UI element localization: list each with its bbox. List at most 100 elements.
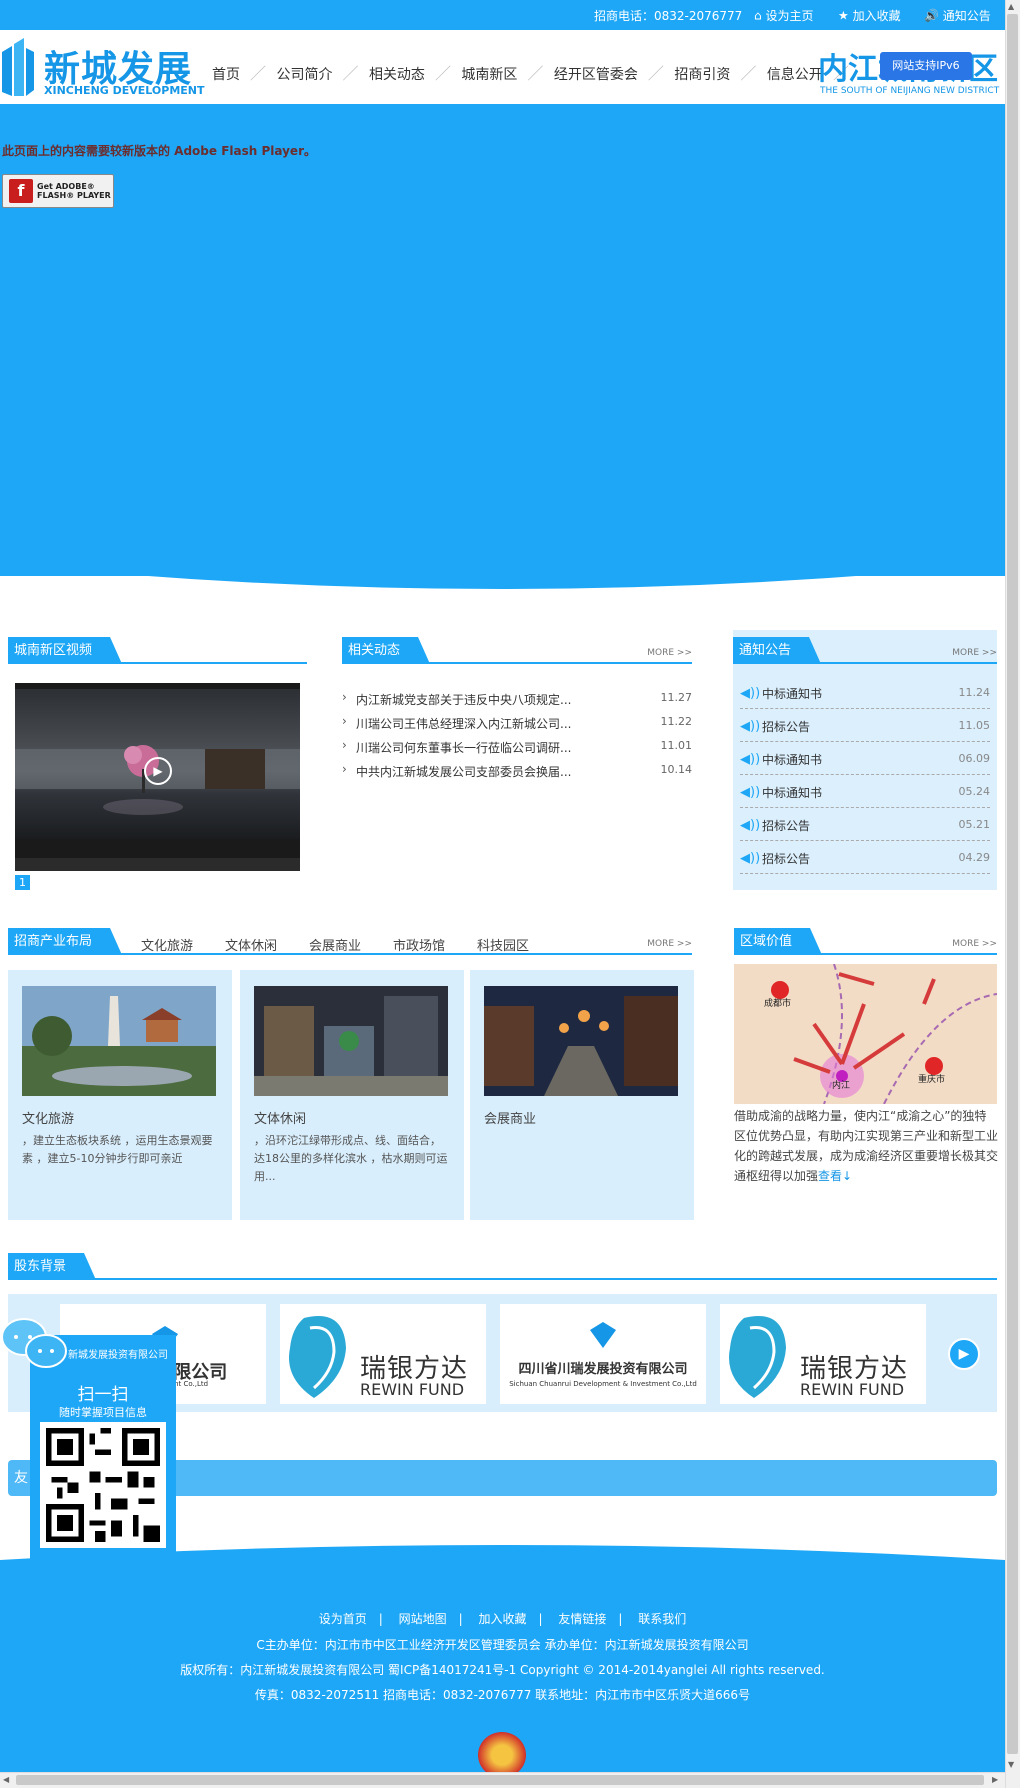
nav-info[interactable]: 信息公开 bbox=[767, 64, 823, 84]
tab-municipal[interactable]: 市政场馆 bbox=[393, 935, 445, 954]
news-item-date: 11.22 bbox=[660, 715, 693, 728]
footer-favorite[interactable]: 加入收藏 bbox=[478, 1610, 526, 1627]
region-section-header: 区域价值 MORE >> bbox=[734, 925, 997, 955]
notice-item-date: 11.05 bbox=[958, 719, 991, 732]
video-controls[interactable] bbox=[15, 858, 300, 871]
shareholder-logo[interactable]: 瑞银方达 REWIN FUND bbox=[280, 1304, 486, 1404]
notice-item[interactable]: ◀)) 招标公告 11.05 bbox=[740, 709, 990, 742]
region-view-link[interactable]: 查看↓ bbox=[818, 1169, 852, 1183]
video-page-indicator[interactable]: 1 bbox=[15, 875, 30, 890]
nav-separator: ／ bbox=[434, 64, 451, 83]
horizontal-scrollbar-thumb[interactable] bbox=[16, 1775, 984, 1785]
video-player[interactable]: ▶ bbox=[15, 683, 300, 871]
page: 招商电话：0832-2076777 ⌂ 设为主页 ★ 加入收藏 🔊 通知公告 新… bbox=[0, 0, 1020, 1788]
news-more-link[interactable]: MORE >> bbox=[647, 648, 692, 658]
footer-links: 设为首页 | 网站地图 | 加入收藏 | 友情链接 | 联系我们 bbox=[0, 1610, 1005, 1627]
notice-item-title[interactable]: 中标通知书 bbox=[762, 784, 822, 801]
news-item-title[interactable]: 中共内江新城发展公司支部委员会换届... bbox=[356, 763, 596, 780]
rewin-logo-icon bbox=[729, 1316, 786, 1398]
footer-set-home[interactable]: 设为首页 bbox=[319, 1610, 367, 1627]
notice-item-title[interactable]: 招标公告 bbox=[762, 718, 810, 735]
notice-item[interactable]: ◀)) 中标通知书 11.24 bbox=[740, 676, 990, 709]
scroll-down-icon[interactable]: ▼ bbox=[1008, 1760, 1014, 1769]
region-map[interactable]: 成都市 内江 重庆市 bbox=[734, 964, 997, 1104]
region-map-graphic: 成都市 内江 重庆市 bbox=[734, 964, 997, 1104]
chevron-right-icon: › bbox=[342, 690, 347, 704]
add-favorite-link[interactable]: ★ 加入收藏 bbox=[838, 7, 901, 24]
nav-investment[interactable]: 招商引资 bbox=[674, 64, 730, 84]
district-brand-subtitle: THE SOUTH OF NEIJIANG NEW DISTRICT bbox=[820, 86, 1000, 96]
footer-contact[interactable]: 联系我们 bbox=[638, 1610, 686, 1627]
news-item-title[interactable]: 川瑞公司何东董事长一行莅临公司调研... bbox=[356, 739, 596, 756]
industry-card[interactable]: 文体休闲 ，沿环沱江绿带形成点、线、面结合，达18公里的多样化滨水 ，枯水期则可… bbox=[240, 970, 464, 1220]
news-item[interactable]: › 内江新城党支部关于违反中央八项规定... 11.27 bbox=[342, 687, 692, 709]
tab-sports-leisure[interactable]: 文体休闲 bbox=[225, 935, 277, 954]
industry-card[interactable]: 会展商业 bbox=[470, 970, 694, 1220]
carousel-next-icon[interactable]: ▶ bbox=[948, 1338, 980, 1370]
banner bbox=[0, 106, 1005, 576]
shareholder-section-title: 股东背景 bbox=[8, 1253, 97, 1280]
qr-scan-title: 扫一扫 bbox=[77, 1385, 129, 1405]
scroll-left-icon[interactable]: ◀ bbox=[3, 1775, 9, 1784]
shareholder-logo[interactable]: 四川省川瑞发展投资有限公司 Sichuan Chuanrui Developme… bbox=[500, 1304, 706, 1404]
notice-item-title[interactable]: 中标通知书 bbox=[762, 751, 822, 768]
tab-tech-park[interactable]: 科技园区 bbox=[477, 935, 529, 954]
news-item[interactable]: › 川瑞公司王伟总经理深入内江新城公司... 11.22 bbox=[342, 711, 692, 733]
notice-item-title[interactable]: 中标通知书 bbox=[762, 685, 822, 702]
notice-item[interactable]: ◀)) 招标公告 05.21 bbox=[740, 808, 990, 841]
ipv6-badge[interactable]: 网站支持IPv6 bbox=[880, 52, 972, 80]
footer-sitemap[interactable]: 网站地图 bbox=[399, 1610, 447, 1627]
exhibition-commerce-image[interactable] bbox=[484, 986, 678, 1096]
news-item[interactable]: › 中共内江新城发展公司支部委员会换届... 10.14 bbox=[342, 759, 692, 781]
notice-item[interactable]: ◀)) 中标通知书 06.09 bbox=[740, 742, 990, 775]
region-section-title: 区域价值 bbox=[734, 928, 823, 955]
flash-button-line2: FLASH® PLAYER bbox=[37, 191, 111, 200]
industry-card-title[interactable]: 文体休闲 bbox=[254, 1108, 306, 1127]
rewin-logo-icon bbox=[289, 1316, 346, 1398]
qr-subtitle: 随时掌握项目信息 bbox=[59, 1406, 147, 1419]
qr-code[interactable] bbox=[40, 1422, 166, 1548]
sports-leisure-image[interactable] bbox=[254, 986, 448, 1096]
get-flash-button[interactable]: f Get ADOBE® FLASH® PLAYER bbox=[2, 174, 114, 208]
tab-culture-tourism[interactable]: 文化旅游 bbox=[141, 935, 193, 954]
notice-item[interactable]: ◀)) 招标公告 04.29 bbox=[740, 841, 990, 874]
region-more-link[interactable]: MORE >> bbox=[952, 939, 997, 949]
add-favorite-label: 加入收藏 bbox=[852, 9, 901, 23]
notice-more-link[interactable]: MORE >> bbox=[952, 648, 997, 658]
nav-news[interactable]: 相关动态 bbox=[369, 64, 425, 84]
nav-new-district[interactable]: 城南新区 bbox=[461, 64, 517, 84]
footer-friend-links[interactable]: 友情链接 bbox=[558, 1610, 606, 1627]
news-item-title[interactable]: 川瑞公司王伟总经理深入内江新城公司... bbox=[356, 715, 596, 732]
region-description: 借助成渝的战略力量，使内江“成渝之心”的独特区位优势凸显，有助内江实现第三产业和… bbox=[734, 1106, 998, 1186]
play-icon[interactable]: ▶ bbox=[144, 757, 172, 785]
industry-card-title[interactable]: 文化旅游 bbox=[22, 1108, 74, 1127]
notice-item-title[interactable]: 招标公告 bbox=[762, 817, 810, 834]
tab-exhibition[interactable]: 会展商业 bbox=[309, 935, 361, 954]
notice-label: 通知公告 bbox=[942, 9, 991, 23]
news-section-header: 相关动态 MORE >> bbox=[342, 634, 692, 664]
news-item[interactable]: › 川瑞公司何东董事长一行莅临公司调研... 11.01 bbox=[342, 735, 692, 757]
video-section-title: 城南新区视频 bbox=[8, 637, 123, 664]
notice-item-date: 11.24 bbox=[958, 686, 991, 699]
nav-home[interactable]: 首页 bbox=[212, 64, 240, 84]
set-home-link[interactable]: ⌂ 设为主页 bbox=[754, 7, 813, 24]
scroll-up-icon[interactable]: ▲ bbox=[1008, 2, 1014, 11]
logo-mark-icon[interactable] bbox=[2, 38, 34, 96]
chevron-right-icon: › bbox=[342, 714, 347, 728]
nav-committee[interactable]: 经开区管委会 bbox=[554, 64, 638, 84]
notice-link[interactable]: 🔊 通知公告 bbox=[924, 7, 991, 24]
industry-more-link[interactable]: MORE >> bbox=[647, 939, 692, 949]
notice-item-title[interactable]: 招标公告 bbox=[762, 850, 810, 867]
top-phone: 招商电话：0832-2076777 bbox=[594, 7, 742, 24]
news-item-title[interactable]: 内江新城党支部关于违反中央八项规定... bbox=[356, 691, 596, 708]
vertical-scrollbar-thumb[interactable] bbox=[1007, 14, 1018, 1754]
nav-about[interactable]: 公司简介 bbox=[276, 64, 332, 84]
industry-card[interactable]: 文化旅游 ，建立生态板块系统 ，运用生态景观要素 ，建立5-10分钟步行即可亲近 bbox=[8, 970, 232, 1220]
industry-card-title[interactable]: 会展商业 bbox=[484, 1108, 536, 1127]
notice-item[interactable]: ◀)) 中标通知书 05.24 bbox=[740, 775, 990, 808]
culture-tourism-image[interactable] bbox=[22, 986, 216, 1096]
shareholder-logo[interactable]: 瑞银方达 REWIN FUND bbox=[720, 1304, 926, 1404]
footer-contact-info: 传真：0832-2072511 招商电话：0832-2076777 联系地址：内… bbox=[254, 1688, 751, 1702]
chat-bubbles-icon[interactable] bbox=[0, 1315, 70, 1371]
scroll-right-icon[interactable]: ▶ bbox=[992, 1775, 998, 1784]
